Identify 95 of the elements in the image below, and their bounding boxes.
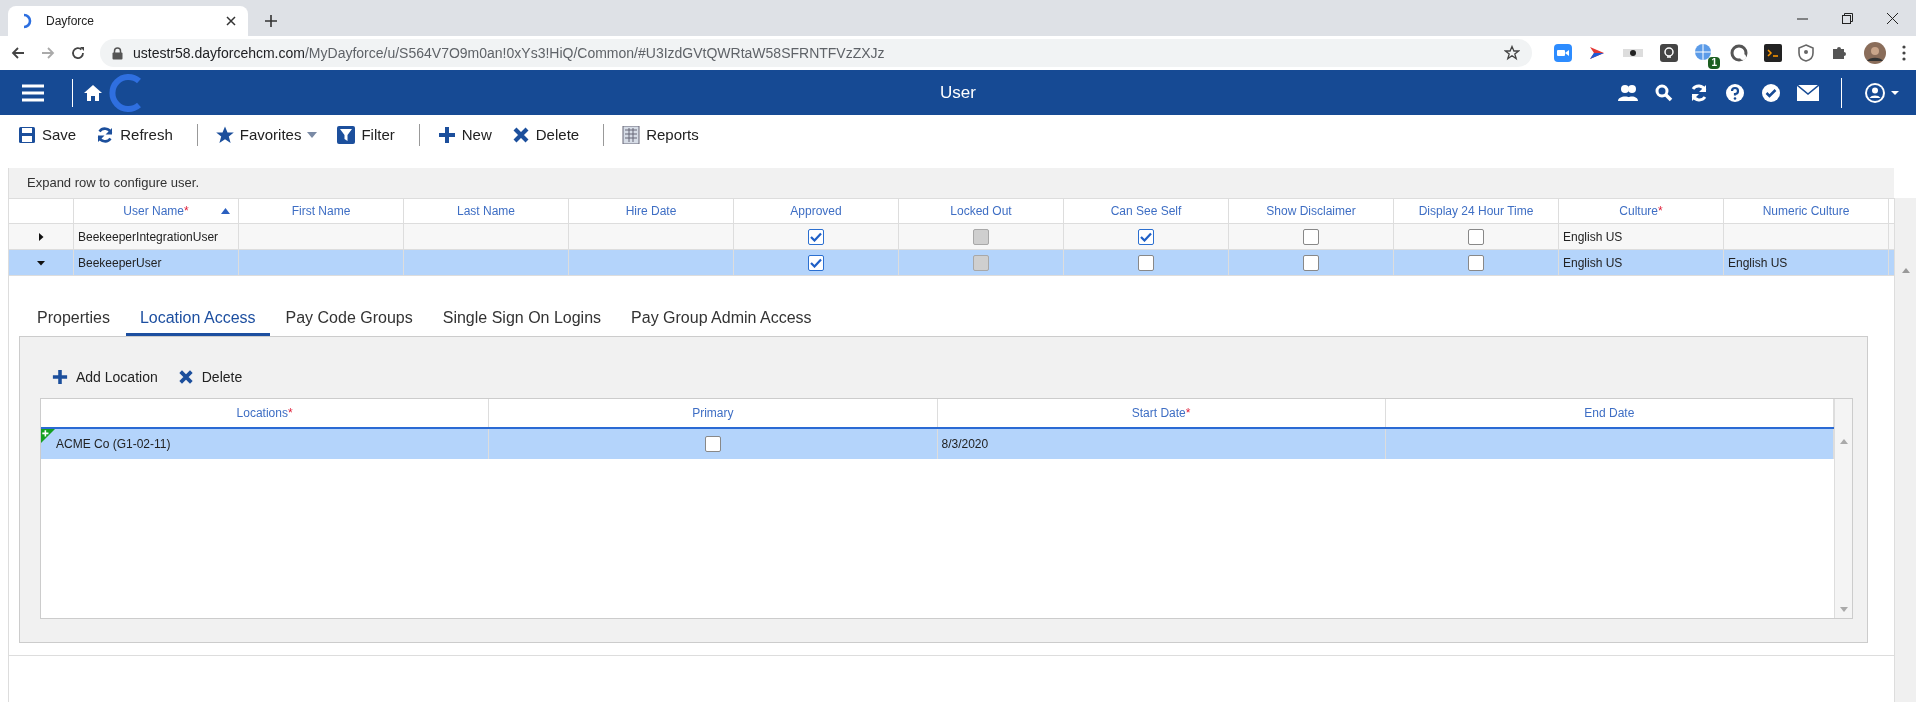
table-row[interactable]: BeekeeperIntegrationUser English US [9,224,1894,250]
x-icon [177,369,194,385]
toolbar-button[interactable]: New [433,120,496,150]
close-icon[interactable] [226,16,236,26]
user-account-icon[interactable] [1864,81,1900,104]
plus-icon [437,126,456,144]
puzzle-icon[interactable] [1830,44,1848,62]
column-header[interactable]: User Name* [123,202,189,220]
table-cell: BeekeeperIntegrationUser [74,224,239,249]
toolbar-button[interactable]: Refresh [92,120,177,150]
column-header[interactable]: Show Disclaimer [1266,202,1356,220]
column-header[interactable]: Can See Self [1110,202,1182,220]
plus-icon [52,369,68,385]
terminal-icon[interactable] [1764,44,1782,62]
refresh-icon[interactable] [1689,82,1709,103]
star-icon [215,126,234,144]
table-cell: English US [1559,250,1724,275]
tab-title: Dayforce [46,13,96,30]
column-header[interactable]: Primary [692,404,734,422]
toolbar-button[interactable]: Delete [173,364,247,390]
column-header[interactable]: Hire Date [625,202,677,220]
table-row[interactable]: ACME Co (G1-02-11) 8/3/2020 [41,429,1834,459]
home-icon[interactable] [83,83,103,102]
browser-tab[interactable]: Dayforce [8,6,248,36]
checkbox[interactable] [808,254,824,271]
table-cell: English US [1724,250,1889,275]
column-header[interactable]: Approved [790,202,842,220]
save-icon [18,126,36,144]
x-icon [511,126,530,144]
page-title: User [940,81,976,104]
url-text: ustestr58.dayforcehcm.com/MyDayforce/u/S564V7O9m0an!0xYs3!HiQ/Common/#U3IzdGVtQWRtaW58SFRNTFVzZXJz [133,43,886,63]
menu-icon[interactable] [22,83,44,102]
column-header[interactable]: Culture* [1619,202,1663,220]
table-row[interactable]: BeekeeperUser English US English US [9,250,1894,276]
spreadsheet-icon [622,126,641,144]
search-icon[interactable] [1655,83,1673,102]
column-header[interactable]: Last Name [457,202,515,220]
toolbar-button[interactable]: Reports [618,120,703,150]
column-header[interactable]: End Date [1584,404,1635,422]
table-cell: English US [1559,224,1724,249]
lock-icon [112,46,123,60]
more-menu-icon[interactable] [1902,45,1906,61]
table-cell: BeekeeperUser [74,250,239,275]
hint-text: Expand row to configure user. [27,174,199,193]
help-icon[interactable] [1725,82,1745,103]
shield-icon[interactable] [1798,44,1814,62]
checkbox[interactable] [1138,228,1154,245]
video-camera-icon[interactable] [1554,44,1572,62]
star-icon[interactable] [1504,45,1520,61]
back-icon[interactable] [10,45,26,61]
column-header[interactable]: First Name [291,202,351,220]
column-header[interactable]: Numeric Culture [1762,202,1850,220]
collapse-icon[interactable] [37,258,45,267]
column-header[interactable]: Locations* [236,404,293,422]
toolbar-button[interactable]: Filter [333,120,399,150]
scrollbar[interactable] [1894,198,1916,702]
sort-ascending-icon[interactable] [221,208,230,214]
column-header[interactable]: Display 24 Hour Time [1418,202,1534,220]
expand-icon[interactable] [37,232,45,241]
column-header[interactable]: Locked Out [950,202,1012,220]
tab[interactable]: Pay Code Groups [271,302,427,336]
globe-icon[interactable] [1694,43,1712,61]
app-logo-icon [109,72,143,113]
close-icon[interactable] [1887,13,1898,24]
tab[interactable]: Properties [23,302,124,336]
mail-icon[interactable] [1797,84,1819,101]
column-header[interactable]: Start Date* [1131,404,1191,422]
filter-icon [337,126,356,144]
tab[interactable]: Single Sign On Logins [428,302,616,336]
checkbox[interactable] [1468,228,1484,245]
arrow-logo-icon[interactable] [1588,44,1606,62]
people-icon[interactable] [1617,83,1639,102]
refresh-icon [96,126,115,144]
toolbar-button[interactable]: Save [14,120,81,150]
checkbox[interactable] [704,436,721,452]
tab[interactable]: Pay Group Admin Access [617,302,826,336]
toolbar-button[interactable]: Delete [507,120,584,150]
new-tab-icon[interactable] [264,14,278,28]
checkbox[interactable] [1138,254,1154,271]
caret-icon [307,132,318,138]
checkbox[interactable] [808,228,824,245]
restore-icon[interactable] [1842,13,1853,24]
toolbar-button[interactable]: Favorites [211,120,322,150]
checkbox[interactable] [1468,254,1484,271]
toolbar-button[interactable]: Add Location [48,364,162,390]
lightbulb-icon[interactable] [1660,44,1678,62]
table-cell-text: ACME Co (G1-02-11) [55,436,171,453]
profile-avatar-icon[interactable] [1864,42,1886,64]
extension-badge: 1 [1708,57,1720,69]
address-bar[interactable]: ustestr58.dayforcehcm.com/MyDayforce/u/S564V7O9m0an!0xYs3!HiQ/Common/#U3IzdGVtQWRtaW58SFRNTFVzZXJz [100,39,1532,67]
checkbox[interactable] [1303,254,1319,271]
table-cell-text: 8/3/2020 [940,436,990,453]
reload-icon[interactable] [70,45,86,61]
checkbox[interactable] [1303,228,1319,245]
check-circle-icon[interactable] [1761,82,1781,103]
